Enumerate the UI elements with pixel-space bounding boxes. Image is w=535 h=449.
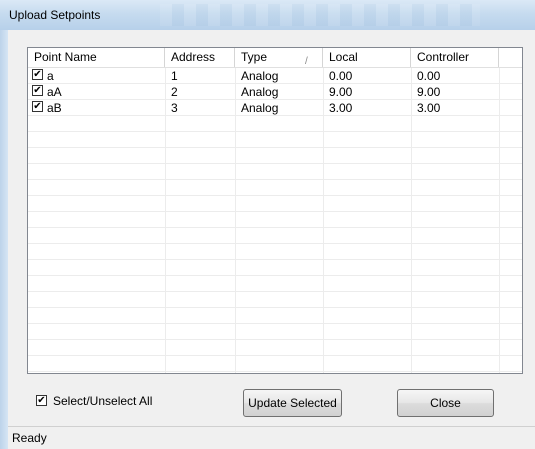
cell-controller: 3.00 <box>417 101 441 115</box>
column-header-controller[interactable]: Controller <box>411 48 499 67</box>
cell-local: 9.00 <box>329 85 353 99</box>
cell-type: Analog <box>241 69 279 83</box>
cell-point-name: aB <box>47 101 62 115</box>
column-header-point-name[interactable]: Point Name <box>28 48 165 67</box>
status-text: Ready <box>12 431 47 445</box>
list-header: Point Name Address Type / Local Controll… <box>28 48 522 68</box>
column-header-type[interactable]: Type / <box>235 48 323 67</box>
column-header-address[interactable]: Address <box>165 48 235 67</box>
dialog-body: Point Name Address Type / Local Controll… <box>8 30 535 449</box>
cell-address: 2 <box>171 85 178 99</box>
cell-controller: 0.00 <box>417 69 441 83</box>
table-row[interactable]: ✔ a 1 Analog 0.00 0.00 <box>28 69 522 84</box>
column-header-local[interactable]: Local <box>323 48 411 67</box>
table-row[interactable]: ✔ aB 3 Analog 3.00 3.00 <box>28 101 522 116</box>
cell-point-name: a <box>47 69 54 83</box>
row-checkbox[interactable]: ✔ <box>32 101 43 112</box>
cell-controller: 9.00 <box>417 85 441 99</box>
update-selected-button[interactable]: Update Selected <box>243 389 342 417</box>
select-all-checkbox[interactable]: ✔ <box>36 395 47 406</box>
cell-address: 1 <box>171 69 178 83</box>
cell-type: Analog <box>241 101 279 115</box>
cell-type: Analog <box>241 85 279 99</box>
row-checkbox[interactable]: ✔ <box>32 85 43 96</box>
close-button[interactable]: Close <box>397 389 494 417</box>
cell-point-name: aA <box>47 85 62 99</box>
cell-address: 3 <box>171 101 178 115</box>
status-bar: Ready <box>8 426 535 449</box>
cell-local: 3.00 <box>329 101 353 115</box>
column-header-type-label: Type <box>241 50 268 64</box>
window-title: Upload Setpoints <box>9 8 101 22</box>
upload-setpoints-window: Upload Setpoints Point Name Address Type… <box>0 0 535 449</box>
row-checkbox[interactable]: ✔ <box>32 69 43 80</box>
window-frame <box>0 30 8 449</box>
cell-local: 0.00 <box>329 69 353 83</box>
table-row[interactable]: ✔ aA 2 Analog 9.00 9.00 <box>28 85 522 100</box>
select-all-label[interactable]: Select/Unselect All <box>53 394 152 408</box>
setpoints-list[interactable]: Point Name Address Type / Local Controll… <box>27 47 523 374</box>
title-bar[interactable]: Upload Setpoints <box>0 0 535 30</box>
